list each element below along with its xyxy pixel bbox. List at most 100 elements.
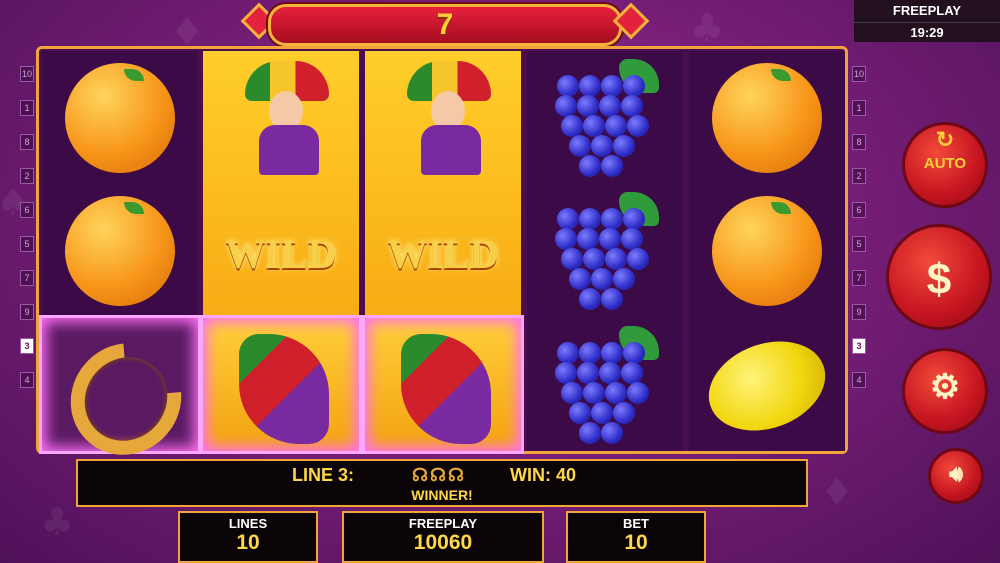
grape-icon <box>601 75 623 97</box>
grape-icon <box>605 248 627 270</box>
grape-icon <box>599 362 621 384</box>
lines-box[interactable]: LINES 10 <box>178 511 318 563</box>
grape-icon <box>583 115 605 137</box>
line-number-marker: 8 <box>852 134 866 150</box>
lemon-icon <box>696 326 838 446</box>
line-number-marker: 10 <box>852 66 866 82</box>
grape-icon <box>569 135 591 157</box>
lines-value: 10 <box>236 531 260 554</box>
freeplay-balance-box: FREEPLAY 10060 <box>342 511 544 563</box>
symbol-grapes <box>527 318 683 451</box>
grape-icon <box>555 362 577 384</box>
grape-icon <box>579 288 601 310</box>
grape-icon <box>557 208 579 230</box>
auto-spin-button[interactable]: AUTO ↻ <box>902 122 988 208</box>
grape-icon <box>599 228 621 250</box>
line-number-marker: 2 <box>852 168 866 184</box>
spin-button[interactable]: $ <box>886 224 992 330</box>
grape-icon <box>561 248 583 270</box>
symbol-orange <box>42 51 198 184</box>
grape-icon <box>591 402 613 424</box>
reel-2-wild: WILD <box>200 51 362 454</box>
jester-icon <box>245 61 329 175</box>
grape-icon <box>557 75 579 97</box>
jester-icon <box>407 61 491 175</box>
speaker-icon: 🔊︎ <box>949 461 963 486</box>
grape-icon <box>555 95 577 117</box>
grape-icon <box>601 422 623 444</box>
grape-icon <box>613 135 635 157</box>
grape-icon <box>627 115 649 137</box>
line-number-marker: 7 <box>852 270 866 286</box>
line-number-marker: 1 <box>20 100 34 116</box>
orange-icon <box>65 63 175 173</box>
win-info-bar: LINE 3: ☊☊☊ WIN: 40 WINNER! <box>76 459 808 507</box>
grape-icon <box>579 342 601 364</box>
grape-icon <box>591 268 613 290</box>
line-number-marker: 2 <box>20 168 34 184</box>
grape-icon <box>569 268 591 290</box>
grape-icon <box>579 208 601 230</box>
grape-icon <box>583 248 605 270</box>
symbol-orange <box>689 51 845 184</box>
grape-icon <box>621 362 643 384</box>
grape-icon <box>557 342 579 364</box>
line-number-marker: 3 <box>852 338 866 354</box>
line-number-marker: 6 <box>20 202 34 218</box>
jester-legs-icon <box>239 334 329 444</box>
reel-4 <box>527 51 683 451</box>
grape-icon <box>623 342 645 364</box>
line-number-marker: 3 <box>20 338 34 354</box>
grape-icon <box>577 95 599 117</box>
bet-box[interactable]: BET 10 <box>566 511 706 563</box>
grape-icon <box>577 228 599 250</box>
line-number-marker: 8 <box>20 134 34 150</box>
grape-icon <box>599 95 621 117</box>
grape-icon <box>601 155 623 177</box>
freeplay-balance-value: 10060 <box>413 531 473 554</box>
bet-value: 10 <box>624 531 648 554</box>
suit-decoration: ♣ <box>690 6 725 50</box>
grape-icon <box>579 422 601 444</box>
reel-5 <box>689 51 845 451</box>
grape-icon <box>579 155 601 177</box>
suit-decoration: ♣ <box>40 500 75 544</box>
symbol-horseshoe-winning <box>39 315 205 478</box>
banner-value: 7 <box>436 8 454 41</box>
horseshoe-icon <box>47 320 205 478</box>
lines-label: LINES <box>228 516 268 531</box>
sound-button[interactable]: 🔊︎ <box>928 448 984 504</box>
grape-icon <box>621 95 643 117</box>
grape-icon <box>561 382 583 404</box>
grape-icon <box>613 402 635 424</box>
grape-icon <box>583 382 605 404</box>
top-banner: 7 <box>268 4 622 46</box>
grape-icon <box>627 382 649 404</box>
grape-icon <box>569 402 591 424</box>
orange-icon <box>712 63 822 173</box>
bet-settings-button[interactable]: ⚙ <box>902 348 988 434</box>
reels-frame: WILD WILD <box>36 46 848 478</box>
winner-label: WINNER! <box>411 487 473 503</box>
line-number-marker: 5 <box>852 236 866 252</box>
grape-icon <box>605 382 627 404</box>
symbol-wild-winning <box>362 315 524 454</box>
symbol-orange <box>689 184 845 317</box>
suit-decoration: ♦ <box>820 470 855 514</box>
line-number-marker: 1 <box>852 100 866 116</box>
grape-icon <box>601 208 623 230</box>
grape-icon <box>621 228 643 250</box>
grape-icon <box>591 135 613 157</box>
grape-icon <box>627 248 649 270</box>
line-number-marker: 5 <box>20 236 34 252</box>
grape-icon <box>555 228 577 250</box>
symbol-lemon <box>689 318 845 451</box>
line-number-marker: 4 <box>852 372 866 388</box>
jester-legs-icon <box>401 334 491 444</box>
grape-icon <box>601 342 623 364</box>
grape-icon <box>613 268 635 290</box>
bet-label: BET <box>623 516 649 531</box>
orange-icon <box>65 196 175 306</box>
clock-time: 19:29 <box>910 25 944 40</box>
symbol-grapes <box>527 51 683 184</box>
